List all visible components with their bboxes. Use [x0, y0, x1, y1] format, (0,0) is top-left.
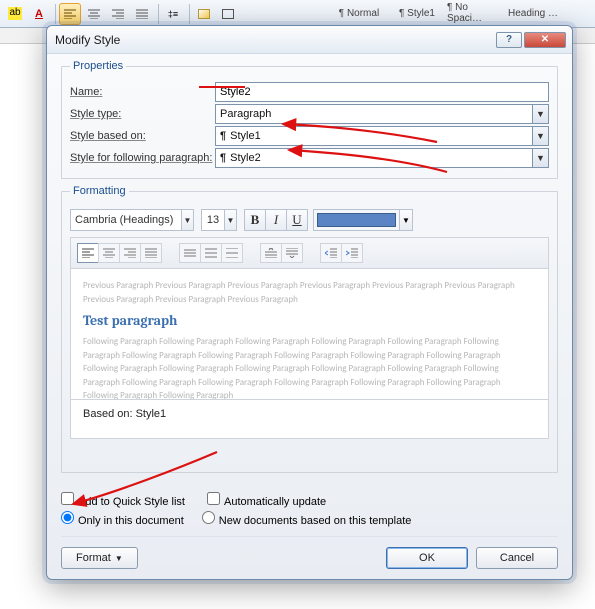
following-combo[interactable]: ¶ Style2 ▼: [215, 148, 549, 168]
shading-icon[interactable]: [193, 3, 215, 25]
align-center-button[interactable]: [98, 243, 120, 263]
styles-gallery[interactable]: ¶ Normal ¶ Style1 ¶ No Spaci… Heading …: [330, 0, 562, 26]
annotation-underline: [199, 86, 245, 88]
font-size-combo[interactable]: 13: [201, 209, 225, 231]
help-button[interactable]: ?: [496, 32, 522, 48]
basedon-combo[interactable]: ¶ Style1 ▼: [215, 126, 549, 146]
modify-style-dialog: Modify Style ? ✕ Properties Name: Style …: [46, 25, 573, 580]
font-color-icon[interactable]: A: [28, 3, 50, 25]
dialog-title: Modify Style: [55, 33, 494, 47]
name-input[interactable]: [215, 82, 549, 102]
color-swatch: [317, 213, 396, 227]
justify-icon[interactable]: [131, 3, 153, 25]
style-chip-style1[interactable]: ¶ Style1: [388, 0, 446, 26]
align-left-button[interactable]: [77, 243, 99, 263]
properties-legend: Properties: [70, 60, 126, 72]
basedon-value: Style1: [230, 130, 261, 142]
line-spacing-icon[interactable]: ‡≡: [162, 3, 184, 25]
borders-icon[interactable]: [217, 3, 239, 25]
formatting-legend: Formatting: [70, 185, 129, 197]
style-summary: Based on: Style1: [70, 400, 549, 439]
formatting-group: Formatting Cambria (Headings) ▼ 13 ▼ B I…: [61, 185, 558, 473]
underline-button[interactable]: U: [286, 209, 308, 231]
basedon-label: Style based on:: [70, 130, 215, 142]
italic-button[interactable]: I: [265, 209, 287, 231]
following-label: Style for following paragraph:: [70, 152, 215, 164]
preview-previous-text: Previous Paragraph Previous Paragraph Pr…: [83, 279, 536, 306]
bold-button[interactable]: B: [244, 209, 266, 231]
align-left-icon[interactable]: [59, 3, 81, 25]
titlebar[interactable]: Modify Style ? ✕: [47, 26, 572, 54]
new-docs-radio[interactable]: New documents based on this template: [202, 511, 412, 527]
preview-following-text: Following Paragraph Following Paragraph …: [83, 335, 536, 400]
style-chip-nospacing[interactable]: ¶ No Spaci…: [446, 0, 504, 26]
chevron-down-icon: ▼: [115, 554, 123, 563]
paragraph-icon: ¶: [220, 152, 226, 164]
align-right-button[interactable]: [119, 243, 141, 263]
space-before-dec-button[interactable]: [281, 243, 303, 263]
close-button[interactable]: ✕: [524, 32, 566, 48]
align-justify-button[interactable]: [140, 243, 162, 263]
chevron-down-icon[interactable]: ▼: [532, 105, 548, 123]
spacing-2-button[interactable]: [221, 243, 243, 263]
highlight-icon[interactable]: ab: [4, 3, 26, 25]
format-button[interactable]: Format▼: [61, 547, 138, 569]
paragraph-icon: ¶: [220, 130, 226, 142]
chevron-down-icon[interactable]: ▼: [399, 210, 412, 230]
name-label: Name:: [70, 86, 215, 98]
style-type-value: Paragraph: [216, 105, 532, 123]
properties-group: Properties Name: Style type: Paragraph ▼…: [61, 60, 558, 179]
style-type-combo[interactable]: Paragraph ▼: [215, 104, 549, 124]
ok-button[interactable]: OK: [386, 547, 468, 569]
following-value: Style2: [230, 152, 261, 164]
font-color-combo[interactable]: ▼: [313, 209, 413, 231]
chevron-down-icon[interactable]: ▼: [532, 149, 548, 167]
style-chip-heading[interactable]: Heading …: [504, 0, 562, 26]
dialog-buttons: Format▼ OK Cancel: [61, 536, 558, 569]
indent-increase-button[interactable]: [341, 243, 363, 263]
spacing-1-button[interactable]: [179, 243, 201, 263]
indent-decrease-button[interactable]: [320, 243, 342, 263]
auto-update-checkbox[interactable]: Automatically update: [207, 492, 326, 508]
style-preview: Previous Paragraph Previous Paragraph Pr…: [70, 268, 549, 400]
chevron-down-icon[interactable]: ▼: [532, 127, 548, 145]
space-before-inc-button[interactable]: [260, 243, 282, 263]
chevron-down-icon[interactable]: ▼: [181, 209, 194, 231]
quick-style-checkbox[interactable]: Add to Quick Style list: [61, 492, 185, 508]
only-this-doc-radio[interactable]: Only in this document: [61, 511, 184, 527]
font-toolbar: Cambria (Headings) ▼ 13 ▼ B I U ▼: [70, 209, 549, 231]
font-name-combo[interactable]: Cambria (Headings): [70, 209, 182, 231]
align-right-icon[interactable]: [107, 3, 129, 25]
preview-sample-text: Test paragraph: [83, 310, 536, 331]
chevron-down-icon[interactable]: ▼: [224, 209, 237, 231]
spacing-15-button[interactable]: [200, 243, 222, 263]
type-label: Style type:: [70, 108, 215, 120]
paragraph-toolbar: [70, 237, 549, 269]
align-center-icon[interactable]: [83, 3, 105, 25]
options-area: Add to Quick Style list Automatically up…: [61, 489, 558, 530]
style-chip-normal[interactable]: ¶ Normal: [330, 0, 388, 26]
cancel-button[interactable]: Cancel: [476, 547, 558, 569]
